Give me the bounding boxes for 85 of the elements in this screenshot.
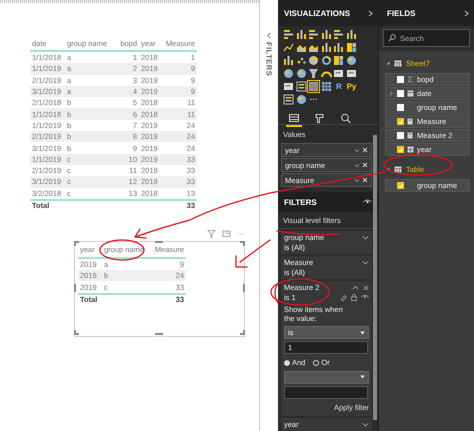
remove-icon[interactable] [362,162,368,168]
visual-type-icon[interactable] [333,68,344,79]
visual-type-icon[interactable] [283,81,294,92]
eraser-icon[interactable] [340,294,347,301]
visual-type-icon[interactable] [296,55,307,66]
visual-type-icon[interactable] [333,42,344,53]
visual-type-icon[interactable] [346,55,357,66]
collapse-icon[interactable] [352,285,359,290]
magnifier-icon[interactable] [340,113,352,123]
scrollbar[interactable] [373,135,377,420]
visual-type-icon[interactable] [320,29,332,40]
visual-type-icon[interactable] [296,68,307,79]
checkbox[interactable] [397,132,404,139]
remove-icon[interactable] [363,284,369,291]
focus-mode-icon[interactable] [222,229,231,238]
stroke-mark [274,282,279,304]
eye-icon[interactable] [363,199,372,205]
visual-type-icon[interactable] [283,29,294,40]
visual-type-icon[interactable] [283,94,294,105]
circle-mark [270,278,330,306]
dropdown-arrow-icon[interactable] [360,375,365,379]
table-icon [394,60,402,66]
remove-icon[interactable] [362,177,368,183]
calendar-icon [407,90,414,97]
dropdown-arrow-icon[interactable] [360,330,365,334]
visual-type-icon[interactable] [320,42,332,53]
lock-icon[interactable] [351,294,357,301]
expand-icon[interactable] [368,10,373,16]
visual-type-icon[interactable]: Py [346,81,357,92]
visual-type-icon[interactable] [346,68,357,79]
visual-type-icon[interactable]: R [333,81,344,92]
paint-roller-icon[interactable] [314,113,326,123]
visual-type-icon[interactable] [296,94,307,105]
checkbox[interactable] [397,118,404,125]
visual-type-icon[interactable] [308,42,320,53]
visual-type-icon[interactable] [296,42,307,53]
visual-type-icon[interactable] [320,55,332,66]
filter-icon[interactable] [207,229,216,238]
calculator-icon [407,132,413,139]
checkbox[interactable] [397,146,404,153]
visual-type-icon[interactable] [333,29,344,40]
visual-type-icon[interactable] [308,55,320,66]
circle-mark [383,154,453,176]
visual-type-icon[interactable] [296,29,307,40]
visual-type-icon[interactable] [283,68,294,79]
expand-icon[interactable] [362,422,369,428]
underline-mark [276,230,341,236]
checkbox[interactable] [397,76,404,83]
visual-type-icon[interactable] [346,29,357,40]
visual-type-icon[interactable] [308,68,320,79]
remove-icon[interactable] [362,147,368,153]
table-icon[interactable] [288,113,300,123]
search-icon [388,34,396,42]
collapse-icon[interactable] [386,61,390,65]
table-icon [394,166,402,172]
sigma-icon [407,76,414,83]
circle-mark [99,239,145,261]
visual-type-icon[interactable] [320,81,332,92]
checkbox[interactable] [397,182,404,189]
calculator-icon [407,118,413,125]
hierarchy-icon [407,146,414,153]
pane-title: VISUALIZATIONS [284,8,350,18]
visual-type-icon[interactable] [283,55,294,66]
expand-icon[interactable] [362,235,369,240]
visual-type-icon[interactable] [333,55,344,66]
caret-icon[interactable] [354,178,360,182]
value-field[interactable] [284,386,368,398]
more-options[interactable]: ··· [237,229,245,238]
collapse-icon[interactable] [266,32,272,39]
pane-title: FILTERS [284,198,317,206]
caret-icon[interactable] [354,148,360,152]
eye-icon[interactable] [361,294,369,300]
fields-tab[interactable] [286,113,302,127]
expand-icon[interactable] [464,10,469,16]
pane-title: FIELDS [387,8,416,18]
expand-icon[interactable] [362,260,369,266]
caret-icon[interactable] [354,162,360,168]
visual-type-icon[interactable] [308,29,320,40]
visual-type-icon[interactable] [308,81,320,92]
visual-type-icon[interactable]: ··· [308,94,320,105]
visual-type-icon[interactable] [296,81,307,92]
checkbox[interactable] [397,90,404,97]
collapse-icon[interactable] [386,167,390,171]
visual-type-icon[interactable] [346,42,357,53]
checkbox[interactable] [397,104,404,111]
